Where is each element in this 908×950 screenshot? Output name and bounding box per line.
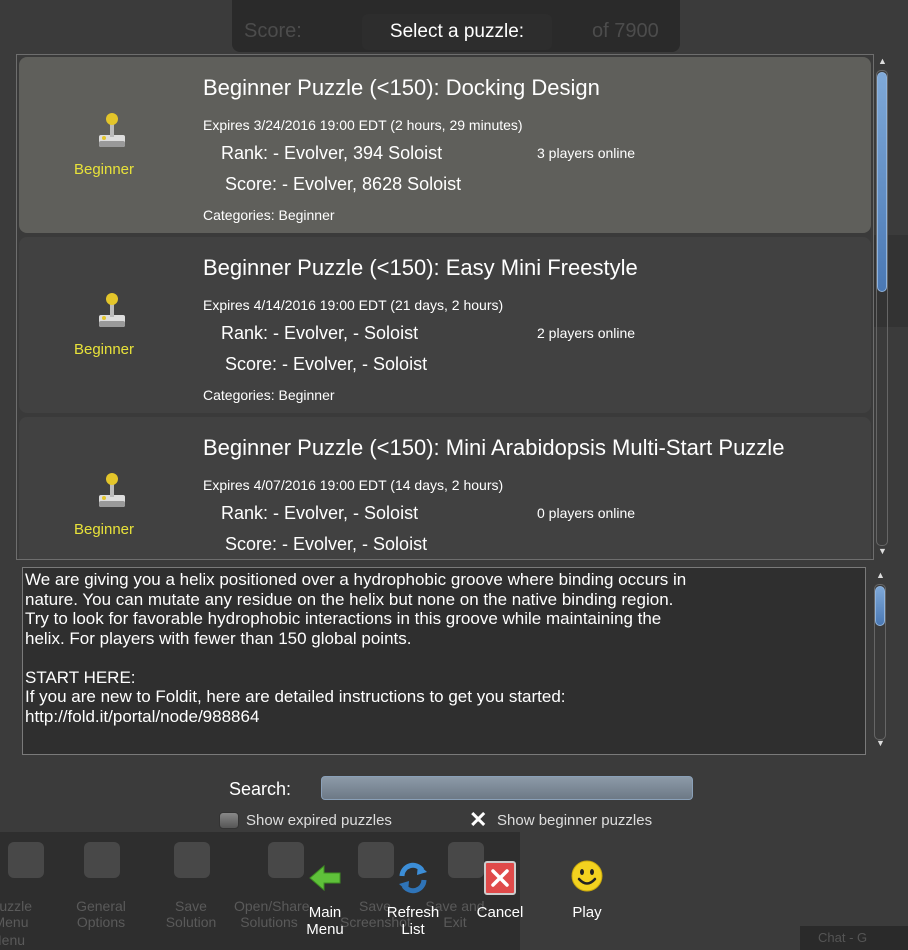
puzzle-expires: Expires 4/14/2016 19:00 EDT (21 days, 2 … [203,297,504,313]
background-score-label: Score: [244,20,302,42]
search-label: Search: [229,779,292,799]
puzzle-expires: Expires 4/07/2016 19:00 EDT (14 days, 2 … [203,477,504,493]
puzzle-item[interactable]: Beginner Beginner Puzzle (<150): Easy Mi… [19,237,871,413]
refresh-list-label: Refresh List [386,904,440,938]
scroll-up-arrow-icon[interactable]: ▲ [876,570,885,580]
scroll-thumb[interactable] [877,72,887,292]
puzzle-description: We are giving you a helix positioned ove… [22,567,866,755]
puzzle-score: Score: - Evolver, - Soloist [225,354,428,374]
background-save-icon [174,842,210,878]
puzzle-categories: Categories: Beginner [203,387,335,403]
puzzle-item[interactable]: Beginner Beginner Puzzle (<150): Docking… [19,57,871,233]
puzzle-score: Score: - Evolver, - Soloist [225,534,428,554]
scroll-down-arrow-icon[interactable]: ▼ [878,546,887,556]
puzzle-players-online: 3 players online [537,145,636,161]
background-score-total: of 7900 [592,20,659,42]
puzzle-players-online: 2 players online [537,325,636,341]
puzzle-description-text: We are giving you a helix positioned ove… [25,570,687,726]
scroll-thumb[interactable] [875,586,885,626]
scroll-up-arrow-icon[interactable]: ▲ [878,56,887,66]
refresh-arrows-icon [399,862,427,894]
background-toolbar-item: Save Solution [165,898,217,930]
main-menu-button[interactable]: Main Menu [290,860,360,938]
description-scrollbar[interactable]: ▲ ▼ [872,570,888,752]
refresh-list-button[interactable]: Refresh List [378,860,448,938]
green-left-arrow-icon [309,864,341,892]
puzzle-rank: Rank: - Evolver, - Soloist [221,323,419,343]
red-x-icon [484,861,516,895]
background-options-icon [84,842,120,878]
show-expired-label[interactable]: Show expired puzzles [246,812,392,829]
puzzle-item[interactable]: Beginner Beginner Puzzle (<150): Mini Ar… [19,417,871,559]
cancel-label: Cancel [476,904,524,921]
puzzle-list-scrollbar[interactable]: ▲ ▼ [874,56,890,558]
puzzle-categories: Categories: Beginner [203,207,335,223]
puzzle-rank: Rank: - Evolver, 394 Soloist [221,143,443,163]
puzzle-players-online: 0 players online [537,505,636,521]
level-label: Beginner [73,161,135,178]
background-menu-label: Menu [0,932,26,948]
show-beginner-label[interactable]: Show beginner puzzles [497,812,652,829]
background-toolbar-item: General Options [76,898,126,930]
background-toolbar-item: Puzzle Menu [0,898,33,930]
smiley-icon [571,860,603,892]
joystick-icon [99,113,125,147]
play-label: Play [572,904,602,921]
background-chat-tab: Chat - G [800,926,908,950]
puzzle-score: Score: - Evolver, 8628 Soloist [225,174,462,194]
puzzle-list: Beginner Beginner Puzzle (<150): Docking… [16,54,874,560]
show-expired-checkbox[interactable] [219,812,239,829]
show-beginner-checkbox-check-icon[interactable]: ✕ [469,807,487,833]
joystick-icon [99,293,125,327]
main-menu-label: Main Menu [306,904,344,938]
dialog-title: Select a puzzle: [362,14,552,50]
puzzle-title: Beginner Puzzle (<150): Mini Arabidopsis… [203,435,785,460]
play-button[interactable]: Play [552,860,622,921]
scroll-down-arrow-icon[interactable]: ▼ [876,738,885,748]
cancel-button[interactable]: Cancel [465,860,535,921]
level-label: Beginner [73,341,135,358]
level-label: Beginner [73,521,135,538]
joystick-icon [99,473,125,507]
search-input[interactable] [321,776,693,800]
background-puzzle-icon [8,842,44,878]
puzzle-title: Beginner Puzzle (<150): Easy Mini Freest… [203,255,638,280]
puzzle-title: Beginner Puzzle (<150): Docking Design [203,75,600,100]
puzzle-rank: Rank: - Evolver, - Soloist [221,503,419,523]
puzzle-expires: Expires 3/24/2016 19:00 EDT (2 hours, 29… [203,117,523,133]
